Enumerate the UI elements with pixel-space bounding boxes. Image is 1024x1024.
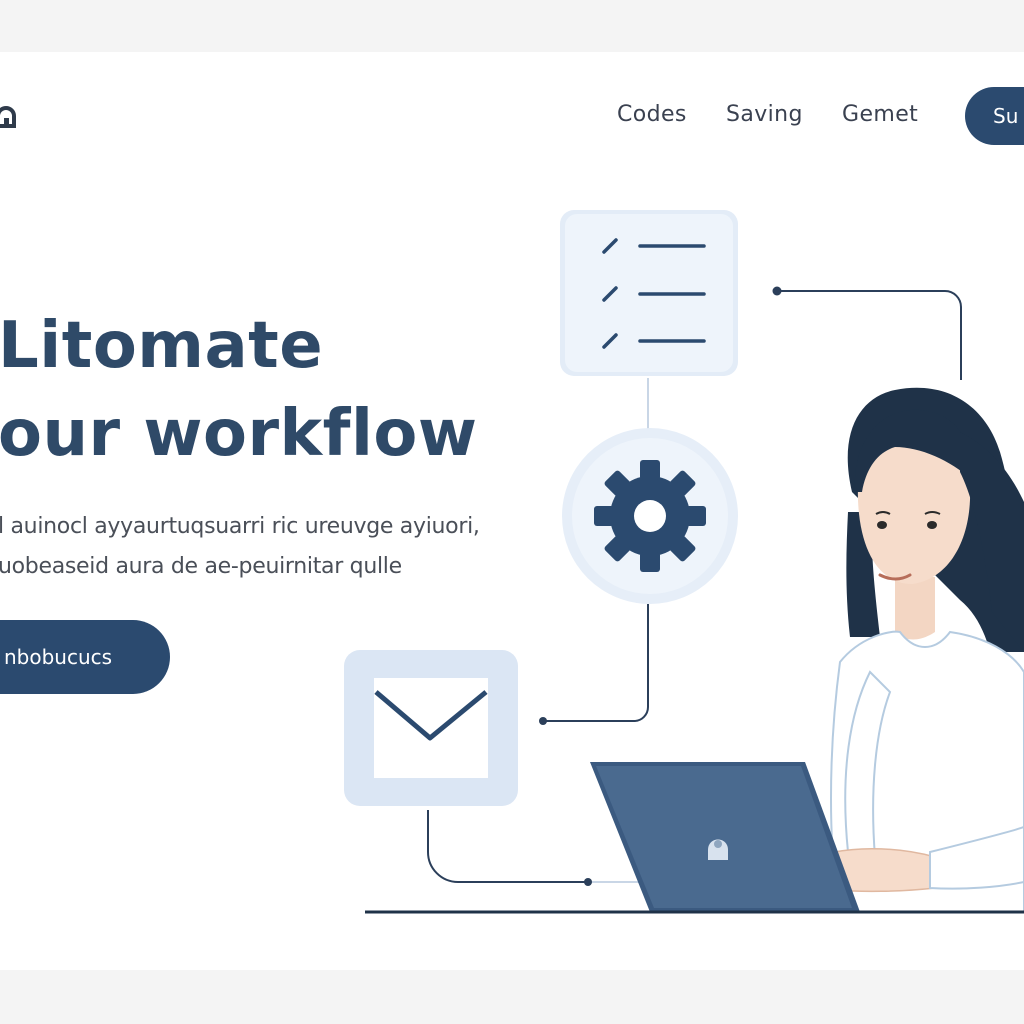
gear-icon bbox=[562, 428, 738, 604]
laptop-illustration bbox=[590, 762, 860, 912]
person-illustration bbox=[830, 387, 1024, 913]
landing-page: Codes Saving Gemet Su Litomate our workf… bbox=[0, 52, 1024, 970]
workflow-illustration bbox=[344, 210, 1024, 914]
checklist-icon bbox=[560, 210, 738, 376]
mail-icon bbox=[344, 650, 518, 806]
